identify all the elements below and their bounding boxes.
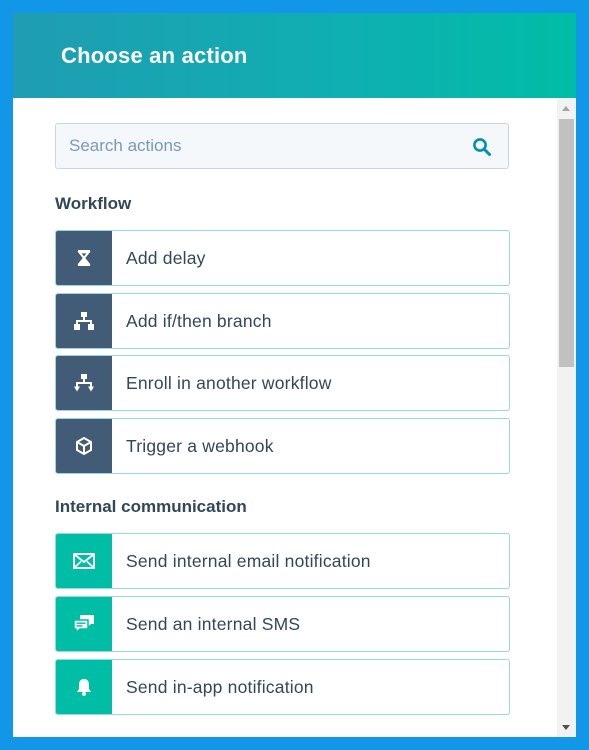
- action-add-delay[interactable]: Add delay: [55, 230, 510, 286]
- panel-header: Choose an action: [13, 13, 576, 98]
- scrollbar-thumb[interactable]: [559, 119, 574, 367]
- search-input[interactable]: [56, 124, 456, 168]
- section-title-workflow: Workflow: [55, 194, 132, 213]
- envelope-icon: [73, 553, 95, 569]
- action-enroll-in-another-workflow[interactable]: Enroll in another workflow: [55, 355, 510, 411]
- branch-icon: [74, 312, 94, 330]
- action-send-internal-email-notification[interactable]: Send internal email notification: [55, 533, 510, 589]
- bell-icon: [77, 679, 91, 696]
- scroll-down-arrow-icon[interactable]: [562, 725, 570, 730]
- action-label: Trigger a webhook: [126, 436, 274, 456]
- action-label: Send in-app notification: [126, 677, 314, 697]
- action-send-an-internal-sms[interactable]: Send an internal SMS: [55, 596, 510, 652]
- workflow-icon: [74, 374, 94, 392]
- cube-icon: [76, 437, 92, 455]
- search-icon[interactable]: [472, 137, 492, 157]
- action-label: Add delay: [126, 248, 206, 268]
- search-box[interactable]: [55, 123, 509, 169]
- action-label: Send internal email notification: [126, 551, 371, 571]
- chat-bubble-icon: [73, 615, 94, 634]
- action-label: Enroll in another workflow: [126, 373, 332, 393]
- choose-action-panel: Choose an action Workflow Add delay: [13, 13, 576, 737]
- action-trigger-a-webhook[interactable]: Trigger a webhook: [55, 418, 510, 474]
- scroll-up-arrow-icon[interactable]: [562, 106, 570, 111]
- hourglass-icon: [77, 250, 91, 266]
- action-send-in-app-notification[interactable]: Send in-app notification: [55, 659, 510, 715]
- panel-title: Choose an action: [61, 43, 248, 68]
- action-label: Add if/then branch: [126, 311, 272, 331]
- scrollbar[interactable]: [557, 98, 576, 737]
- action-label: Send an internal SMS: [126, 614, 301, 634]
- action-add-if-then-branch[interactable]: Add if/then branch: [55, 293, 510, 349]
- section-title-internal-communication: Internal communication: [55, 497, 247, 516]
